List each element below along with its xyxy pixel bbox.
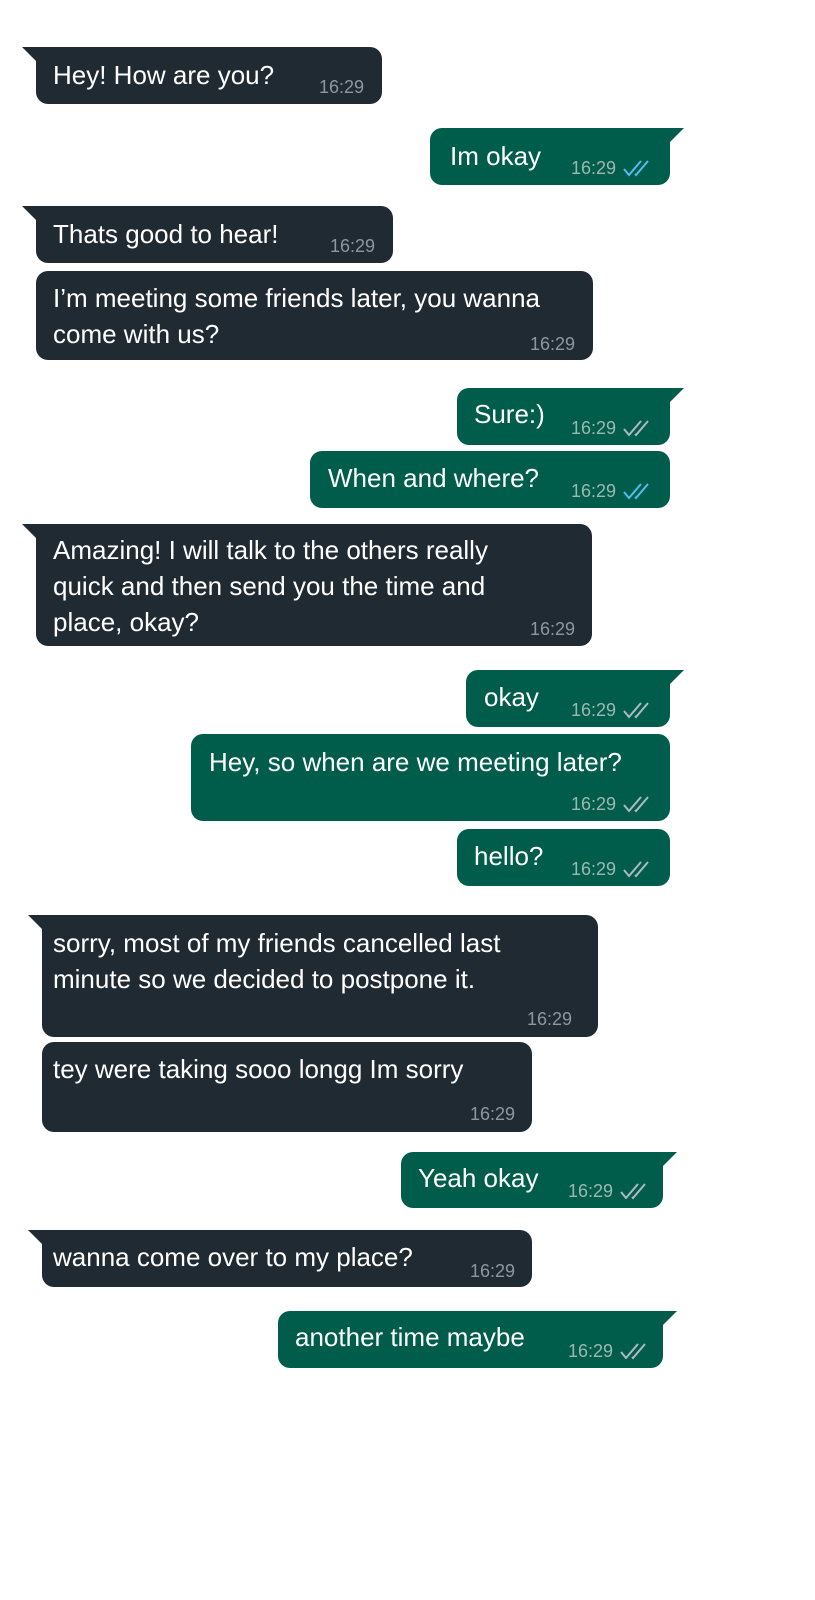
message-bubble-outgoing[interactable]: When and where? 16:29 [310,451,670,508]
message-meta: 16:29 [571,418,656,438]
message-bubble-incoming[interactable]: sorry, most of my friends cancelled last… [28,915,598,1037]
message-time: 16:29 [567,1341,613,1361]
message-meta: 16:29 [527,1009,572,1029]
message-meta: 16:29 [470,1261,515,1281]
message-text: tey were taking sooo longg Im sorry [53,1054,464,1084]
message-bubble-incoming[interactable]: Amazing! I will talk to the others reall… [22,524,592,646]
bubble-tail [22,47,44,69]
message-bubble-outgoing[interactable]: Hey, so when are we meeting later? 16:29 [191,734,670,821]
message-meta: 16:29 [530,619,575,639]
message-text: wanna come over to my place? [53,1242,413,1272]
bubble-tail [28,1230,50,1252]
message-bubble-outgoing[interactable]: Yeah okay 16:29 [401,1152,677,1208]
message-time: 16:29 [570,794,616,814]
message-bubble-incoming[interactable]: Hey! How are you? 16:29 [22,47,382,104]
message-meta: 16:29 [571,700,656,720]
message-meta: 16:29 [571,481,656,501]
bubble-tail [22,206,44,228]
message-text: Im okay [450,141,542,171]
message-text: Thats good to hear! [53,219,279,249]
bubble-tail [655,1152,677,1174]
message-bubble-outgoing[interactable]: Im okay 16:29 [430,128,684,185]
bubble-tail [662,128,684,150]
message-bubble-incoming[interactable]: wanna come over to my place? 16:29 [28,1230,532,1287]
message-text: Hey! How are you? [53,60,275,90]
delivered-ticks-icon [620,1343,646,1360]
bubble-tail [655,1311,677,1333]
message-time: 16:29 [526,1009,572,1029]
bubble-tail [662,670,684,692]
message-time: 16:29 [570,158,616,178]
message-text: When and where? [328,463,540,493]
message-time: 16:29 [529,619,575,639]
message-time: 16:29 [318,77,364,97]
message-meta: 16:29 [571,794,656,814]
read-ticks-icon [623,483,649,500]
message-meta: 16:29 [330,236,375,256]
message-meta: 16:29 [470,1104,515,1124]
message-time: 16:29 [469,1261,515,1281]
read-ticks-icon [623,160,649,177]
message-time: 16:29 [529,334,575,354]
message-meta: 16:29 [568,1181,653,1201]
bubble-tail [28,915,50,937]
bubble-tail [662,388,684,410]
message-bubble-incoming[interactable]: tey were taking sooo longg Im sorry 16:2… [42,1042,532,1132]
message-text: okay [484,682,539,712]
message-time: 16:29 [567,1181,613,1201]
message-time: 16:29 [570,859,616,879]
delivered-ticks-icon [623,420,649,437]
message-time: 16:29 [570,700,616,720]
delivered-ticks-icon [620,1183,646,1200]
message-meta: 16:29 [530,334,575,354]
delivered-ticks-icon [623,796,649,813]
message-bubble-outgoing[interactable]: another time maybe 16:29 [278,1311,677,1368]
message-time: 16:29 [570,418,616,438]
message-text: another time maybe [295,1322,525,1352]
message-text: Amazing! I will talk to the others reall… [53,535,488,637]
message-bubble-outgoing[interactable]: Sure:) 16:29 [457,388,684,445]
message-text: Hey, so when are we meeting later? [209,747,622,777]
message-meta: 16:29 [571,158,656,178]
message-bubble-outgoing[interactable]: okay 16:29 [466,670,684,727]
message-bubble-incoming[interactable]: I’m meeting some friends later, you wann… [36,271,593,360]
bubble-tail [22,524,44,546]
message-time: 16:29 [329,236,375,256]
message-meta: 16:29 [571,859,656,879]
delivered-ticks-icon [623,702,649,719]
message-bubble-incoming[interactable]: Thats good to hear! 16:29 [22,206,393,263]
message-text: Sure:) [474,399,545,429]
message-text: hello? [474,841,544,871]
message-time: 16:29 [469,1104,515,1124]
message-time: 16:29 [570,481,616,501]
message-meta: 16:29 [568,1341,653,1361]
message-text: I’m meeting some friends later, you wann… [53,283,541,349]
delivered-ticks-icon [623,861,649,878]
message-meta: 16:29 [319,77,364,97]
message-text: sorry, most of my friends cancelled last… [53,928,501,994]
message-text: Yeah okay [418,1163,539,1193]
message-bubble-outgoing[interactable]: hello? 16:29 [457,829,670,886]
